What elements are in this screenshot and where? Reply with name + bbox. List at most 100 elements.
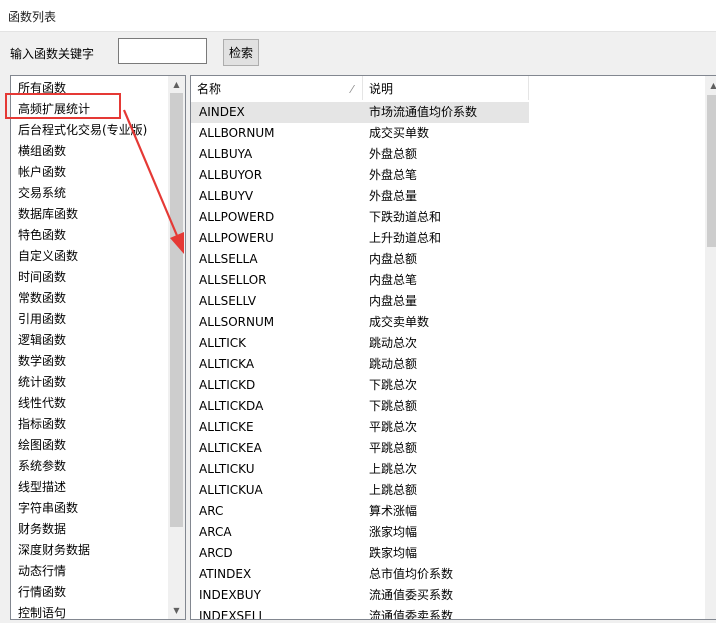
- function-name: ARCD: [199, 546, 233, 560]
- column-header-name-label: 名称: [197, 82, 222, 96]
- function-name: ARC: [199, 504, 224, 518]
- category-item[interactable]: 后台程式化交易(专业版): [11, 120, 169, 141]
- category-item[interactable]: 高频扩展统计: [11, 99, 169, 120]
- category-item[interactable]: 线型描述: [11, 477, 169, 498]
- table-row[interactable]: ALLBUYA 外盘总额: [191, 144, 705, 165]
- column-header-name[interactable]: 名称 ⁄: [191, 76, 363, 100]
- table-row[interactable]: ALLTICKA 跳动总额: [191, 354, 705, 375]
- category-item[interactable]: 常数函数: [11, 288, 169, 309]
- category-item[interactable]: 行情函数: [11, 582, 169, 603]
- function-description: 总市值均价系数: [369, 567, 454, 581]
- table-row[interactable]: ALLSELLV 内盘总量: [191, 291, 705, 312]
- category-item[interactable]: 指标函数: [11, 414, 169, 435]
- function-description: 成交买单数: [369, 126, 430, 140]
- function-description: 内盘总量: [369, 294, 418, 308]
- category-item[interactable]: 字符串函数: [11, 498, 169, 519]
- scroll-down-icon[interactable]: ▼: [168, 602, 185, 619]
- table-row[interactable]: ATINDEX 总市值均价系数: [191, 564, 705, 585]
- column-header-desc-label: 说明: [369, 82, 394, 96]
- category-item[interactable]: 横组函数: [11, 141, 169, 162]
- table-row[interactable]: ALLSORNUM 成交卖单数: [191, 312, 705, 333]
- category-item[interactable]: 深度财务数据: [11, 540, 169, 561]
- function-name: ATINDEX: [199, 567, 252, 581]
- category-item[interactable]: 帐户函数: [11, 162, 169, 183]
- table-row[interactable]: ALLTICKUA 上跳总额: [191, 480, 705, 501]
- function-name: ALLTICKUA: [199, 483, 263, 497]
- function-table-panel: 名称 ⁄ 说明 AINDEX 市场流通值均价系数 ALLBORNUM 成交买单数 ALL…: [190, 75, 716, 620]
- function-name: ALLPOWERD: [199, 210, 275, 224]
- table-row[interactable]: ALLTICKEA 平跳总额: [191, 438, 705, 459]
- category-item[interactable]: 控制语句: [11, 603, 169, 619]
- table-row[interactable]: INDEXSELL 流通值委卖系数: [191, 606, 705, 620]
- table-row[interactable]: ALLBUYOR 外盘总笔: [191, 165, 705, 186]
- table-row[interactable]: ALLPOWERD 下跌劲道总和: [191, 207, 705, 228]
- category-item[interactable]: 财务数据: [11, 519, 169, 540]
- function-name: ALLTICKA: [199, 357, 255, 371]
- category-item[interactable]: 数学函数: [11, 351, 169, 372]
- scroll-up-icon[interactable]: ▲: [168, 76, 185, 93]
- function-description: 市场流通值均价系数: [363, 102, 529, 123]
- function-name: ALLTICKU: [199, 462, 255, 476]
- scroll-thumb[interactable]: [707, 95, 716, 247]
- function-name: AINDEX: [191, 102, 363, 123]
- category-item[interactable]: 交易系统: [11, 183, 169, 204]
- function-description: 涨家均幅: [369, 525, 418, 539]
- function-description: 内盘总额: [369, 252, 418, 266]
- category-item[interactable]: 数据库函数: [11, 204, 169, 225]
- category-item[interactable]: 时间函数: [11, 267, 169, 288]
- search-input[interactable]: [118, 38, 207, 64]
- category-item[interactable]: 系统参数: [11, 456, 169, 477]
- table-row[interactable]: ALLTICKDA 下跳总额: [191, 396, 705, 417]
- table-row[interactable]: ALLBORNUM 成交买单数: [191, 123, 705, 144]
- category-item[interactable]: 动态行情: [11, 561, 169, 582]
- function-description: 外盘总笔: [369, 168, 418, 182]
- search-button[interactable]: 检索: [223, 39, 259, 66]
- function-description: 成交卖单数: [369, 315, 430, 329]
- function-description: 上升劲道总和: [369, 231, 442, 245]
- category-item[interactable]: 逻辑函数: [11, 330, 169, 351]
- table-row[interactable]: ALLTICKU 上跳总次: [191, 459, 705, 480]
- function-description: 下跌劲道总和: [369, 210, 442, 224]
- table-header: 名称 ⁄ 说明: [191, 76, 716, 100]
- function-name: ALLSELLOR: [199, 273, 267, 287]
- table-row[interactable]: ALLTICKE 平跳总次: [191, 417, 705, 438]
- table-row[interactable]: ARCD 跌家均幅: [191, 543, 705, 564]
- table-row[interactable]: ARC 算术涨幅: [191, 501, 705, 522]
- function-name: ALLPOWERU: [199, 231, 274, 245]
- function-name: ALLBUYA: [199, 147, 253, 161]
- function-name: INDEXSELL: [199, 609, 266, 620]
- table-row[interactable]: ALLSELLOR 内盘总笔: [191, 270, 705, 291]
- function-name: ALLBUYOR: [199, 168, 263, 182]
- table-row[interactable]: AINDEX 市场流通值均价系数: [191, 102, 705, 123]
- scroll-up-icon[interactable]: ▲: [705, 77, 716, 94]
- function-description: 算术涨幅: [369, 504, 418, 518]
- table-row[interactable]: ALLTICKD 下跳总次: [191, 375, 705, 396]
- function-name: ALLTICK: [199, 336, 247, 350]
- table-scrollbar[interactable]: ▲: [705, 76, 716, 619]
- table-row[interactable]: INDEXBUY 流通值委买系数: [191, 585, 705, 606]
- category-item[interactable]: 绘图函数: [11, 435, 169, 456]
- category-item[interactable]: 统计函数: [11, 372, 169, 393]
- category-list: 所有函数 高频扩展统计 后台程式化交易(专业版) 横组函数 帐户函数 交易系统 数据库函数特…: [11, 78, 169, 619]
- category-item[interactable]: 特色函数: [11, 225, 169, 246]
- title-bar: 函数列表: [0, 0, 716, 32]
- function-description: 跳动总额: [369, 357, 418, 371]
- function-name: ALLTICKDA: [199, 399, 264, 413]
- function-description: 上跳总次: [369, 462, 418, 476]
- category-item[interactable]: 线性代数: [11, 393, 169, 414]
- table-row[interactable]: ALLSELLA 内盘总额: [191, 249, 705, 270]
- window-title: 函数列表: [8, 10, 57, 24]
- category-scrollbar[interactable]: ▲ ▼: [168, 76, 185, 619]
- category-item[interactable]: 引用函数: [11, 309, 169, 330]
- scroll-thumb[interactable]: [170, 93, 183, 527]
- table-row[interactable]: ALLPOWERU 上升劲道总和: [191, 228, 705, 249]
- function-name: ALLBORNUM: [199, 126, 275, 140]
- table-row[interactable]: ARCA 涨家均幅: [191, 522, 705, 543]
- function-name: INDEXBUY: [199, 588, 261, 602]
- column-header-desc[interactable]: 说明: [363, 76, 529, 100]
- table-row[interactable]: ALLBUYV 外盘总量: [191, 186, 705, 207]
- category-item[interactable]: 自定义函数: [11, 246, 169, 267]
- function-description: 跌家均幅: [369, 546, 418, 560]
- table-row[interactable]: ALLTICK 跳动总次: [191, 333, 705, 354]
- category-item[interactable]: 所有函数: [11, 78, 169, 99]
